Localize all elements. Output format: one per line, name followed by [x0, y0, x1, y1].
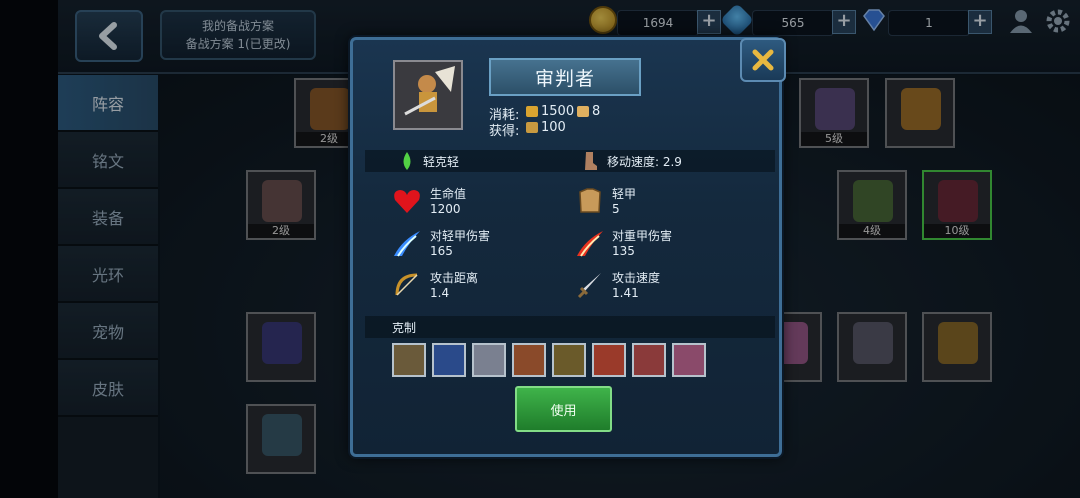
cost-pop-value: 8: [592, 104, 601, 119]
stat-value: 1.4: [430, 286, 450, 300]
countered-unit[interactable]: [552, 343, 586, 377]
close-icon: [752, 49, 774, 71]
boot-icon: [585, 152, 597, 170]
reward-icon: [526, 122, 538, 133]
counters-band: [365, 316, 775, 338]
stat-label: 生命值: [430, 187, 467, 201]
stat-value: 1200: [430, 202, 461, 216]
move-speed-text: 移动速度: 2.9: [607, 155, 682, 169]
stat-value: 165: [430, 244, 453, 258]
green-drop-icon: [403, 152, 411, 170]
light-armor-icon: [579, 188, 601, 213]
stat-value: 135: [612, 244, 635, 258]
unit-portrait: [393, 60, 463, 130]
sword-icon: [577, 273, 601, 299]
counters-label: 克制: [392, 321, 417, 335]
countered-unit[interactable]: [592, 343, 626, 377]
population-icon: [577, 106, 589, 117]
unit-name: 审判者: [489, 58, 641, 96]
armor-counter-text: 轻克轻: [423, 155, 460, 169]
close-button[interactable]: [740, 38, 786, 82]
stat-label: 攻击速度: [612, 271, 661, 285]
bow-icon: [395, 273, 418, 296]
stat-label: 对轻甲伤害: [430, 229, 491, 243]
countered-unit[interactable]: [512, 343, 546, 377]
stat-label: 轻甲: [612, 187, 637, 201]
stat-value: 5: [612, 202, 620, 216]
stat-value: 1.41: [612, 286, 639, 300]
stat-label: 对重甲伤害: [612, 229, 673, 243]
cost-gold-value: 1500: [541, 104, 575, 119]
red-slash-icon: [577, 231, 603, 257]
heart-icon: [394, 190, 420, 213]
gold-cost-icon: [526, 106, 538, 117]
countered-unit[interactable]: [432, 343, 466, 377]
gain-value: 100: [541, 120, 566, 135]
use-button[interactable]: 使用: [515, 386, 612, 432]
stat-label: 攻击距离: [430, 271, 479, 285]
blue-slash-icon: [394, 231, 420, 257]
countered-unit[interactable]: [472, 343, 506, 377]
gain-label: 获得:: [489, 124, 520, 139]
countered-unit[interactable]: [672, 343, 706, 377]
countered-unit[interactable]: [392, 343, 426, 377]
countered-unit[interactable]: [632, 343, 666, 377]
